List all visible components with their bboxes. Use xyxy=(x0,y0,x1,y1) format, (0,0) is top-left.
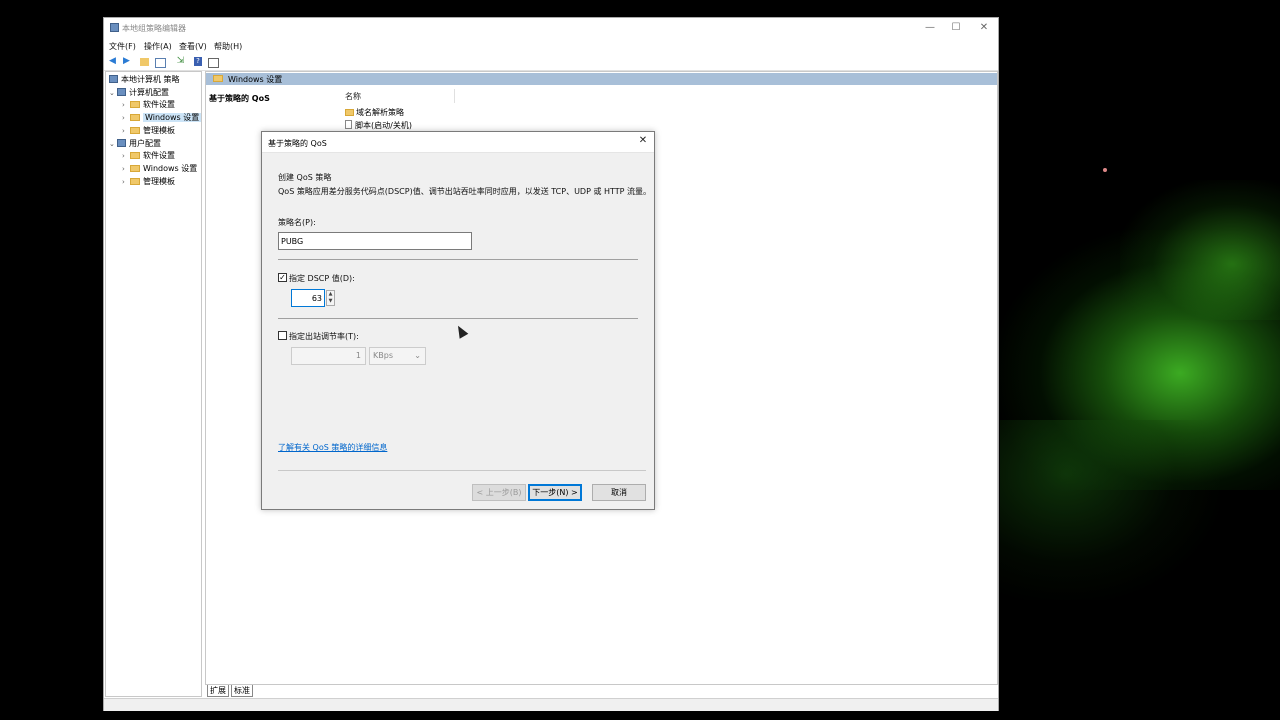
chevron-down-icon[interactable]: ⌄ xyxy=(109,138,117,150)
details-section-title: 基于策略的 QoS xyxy=(209,94,270,103)
list-item-dns-policy[interactable]: 域名解析策略 xyxy=(345,107,404,118)
spin-down-icon[interactable]: ▼ xyxy=(327,298,334,305)
next-button[interactable]: 下一步(N) > xyxy=(528,484,582,501)
cancel-button[interactable]: 取消 xyxy=(592,484,646,501)
menu-view[interactable]: 查看(V) xyxy=(179,41,207,52)
export-list-icon[interactable]: ⇲ xyxy=(175,56,186,67)
tree-item-uc-admin-templates[interactable]: › 管理模板 xyxy=(122,176,175,188)
view-tabs: 扩展 标准 xyxy=(205,685,998,697)
computer-icon xyxy=(117,88,126,96)
dialog-description: QoS 策略应用差分服务代码点(DSCP)值、调节出站吞吐率同时应用，以发送 T… xyxy=(278,187,652,196)
menu-action[interactable]: 操作(A) xyxy=(144,41,172,52)
maximize-button[interactable]: ☐ xyxy=(942,20,970,36)
qos-policy-dialog: 基于策略的 QoS ✕ 创建 QoS 策略 QoS 策略应用差分服务代码点(DS… xyxy=(261,131,655,510)
back-arrow-icon[interactable]: ◀ xyxy=(107,56,118,67)
show-hide-tree-icon[interactable] xyxy=(155,58,166,68)
up-folder-icon[interactable] xyxy=(140,58,149,66)
script-icon xyxy=(345,120,352,129)
folder-icon xyxy=(130,178,140,185)
throttle-unit-select[interactable]: KBps ⌄ xyxy=(369,347,426,365)
tree-pane: 本地计算机 策略 ⌄ 计算机配置 › 软件设置 › Windows 设置 › 管理模板 … xyxy=(105,71,202,697)
chevron-down-icon[interactable]: ⌄ xyxy=(109,87,117,99)
folder-icon xyxy=(130,152,140,159)
column-header-name[interactable]: 名称 xyxy=(345,91,361,102)
throttle-label: 指定出站调节率(T): xyxy=(289,332,359,341)
tree-item-user-config[interactable]: ⌄ 用户配置 xyxy=(109,138,161,150)
tree-item-uc-windows-settings[interactable]: › Windows 设置 xyxy=(122,163,197,175)
dialog-close-icon[interactable]: ✕ xyxy=(636,134,650,148)
computer-icon xyxy=(109,75,118,83)
throttle-value-input[interactable]: 1 xyxy=(291,347,366,365)
folder-icon xyxy=(130,165,140,172)
toolbar: ◀ ▶ ⇲ ? xyxy=(104,55,998,71)
dscp-label: 指定 DSCP 值(D): xyxy=(289,274,355,283)
tree-item-uc-software[interactable]: › 软件设置 xyxy=(122,150,175,162)
dialog-title: 基于策略的 QoS xyxy=(268,139,327,148)
help-icon[interactable]: ? xyxy=(194,57,202,66)
dscp-spinner[interactable]: ▲ ▼ xyxy=(326,290,335,306)
menu-bar: 文件(F) 操作(A) 查看(V) 帮助(H) xyxy=(104,38,998,54)
chevron-right-icon[interactable]: › xyxy=(122,176,130,188)
policy-name-label: 策略名(P): xyxy=(278,218,316,227)
column-divider[interactable] xyxy=(454,89,455,103)
qos-help-link[interactable]: 了解有关 QoS 策略的详细信息 xyxy=(278,442,387,453)
details-header: Windows 设置 xyxy=(206,73,997,85)
dialog-title-bar[interactable]: 基于策略的 QoS ✕ xyxy=(262,132,654,153)
tree-item-cc-software[interactable]: › 软件设置 xyxy=(122,99,175,111)
chevron-right-icon[interactable]: › xyxy=(122,112,130,124)
tab-extended[interactable]: 扩展 xyxy=(207,685,229,697)
chevron-right-icon[interactable]: › xyxy=(122,125,130,137)
tree-item-cc-admin-templates[interactable]: › 管理模板 xyxy=(122,125,175,137)
desktop-glow xyxy=(1120,180,1280,320)
chevron-right-icon[interactable]: › xyxy=(122,150,130,162)
back-button[interactable]: < 上一步(B) xyxy=(472,484,526,501)
menu-help[interactable]: 帮助(H) xyxy=(214,41,242,52)
chevron-right-icon[interactable]: › xyxy=(122,99,130,111)
folder-icon xyxy=(345,109,354,116)
tree-item-computer-config[interactable]: ⌄ 计算机配置 xyxy=(109,87,169,99)
folder-icon xyxy=(213,75,223,82)
folder-icon xyxy=(130,114,140,121)
folder-icon xyxy=(130,127,140,134)
separator xyxy=(278,318,638,319)
tree-item-local-computer-policy[interactable]: 本地计算机 策略 xyxy=(109,74,180,86)
dscp-checkbox[interactable]: ✓ xyxy=(278,273,287,282)
properties-icon[interactable] xyxy=(208,58,219,68)
chevron-down-icon: ⌄ xyxy=(414,351,421,360)
chevron-right-icon[interactable]: › xyxy=(122,163,130,175)
title-bar[interactable]: 本地组策略编辑器 — ☐ ✕ xyxy=(104,18,998,38)
status-bar xyxy=(104,698,998,711)
minimize-button[interactable]: — xyxy=(916,20,944,36)
separator xyxy=(278,470,646,471)
close-button[interactable]: ✕ xyxy=(970,20,998,36)
app-icon xyxy=(110,23,119,32)
window-title: 本地组策略编辑器 xyxy=(122,24,186,33)
list-item-scripts[interactable]: 脚本(启动/关机) xyxy=(345,120,412,131)
menu-file[interactable]: 文件(F) xyxy=(109,41,136,52)
desktop-glow xyxy=(1000,420,1220,600)
separator xyxy=(278,259,638,260)
desktop-star xyxy=(1103,168,1107,172)
dscp-value-input[interactable]: 63 xyxy=(291,289,325,307)
tab-standard[interactable]: 标准 xyxy=(231,685,253,697)
forward-arrow-icon[interactable]: ▶ xyxy=(121,56,132,67)
throttle-checkbox[interactable] xyxy=(278,331,287,340)
user-icon xyxy=(117,139,126,147)
tree-item-cc-windows-settings[interactable]: › Windows 设置 xyxy=(122,112,202,124)
folder-icon xyxy=(130,101,140,108)
policy-name-input[interactable] xyxy=(278,232,472,250)
dialog-heading: 创建 QoS 策略 xyxy=(278,173,332,182)
spin-up-icon[interactable]: ▲ xyxy=(327,291,334,298)
